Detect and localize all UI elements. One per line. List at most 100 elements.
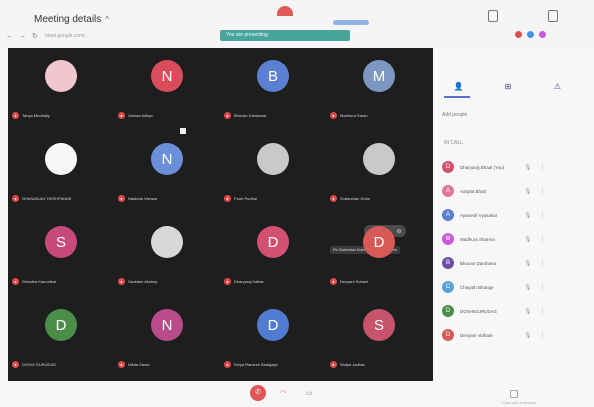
participant-tile[interactable]: M ● Madhura Saran [326, 48, 432, 131]
mic-off-icon: ● [330, 278, 337, 285]
meeting-title: Meeting details [34, 14, 102, 25]
present-button[interactable]: ▭ [306, 389, 313, 397]
avatar: A [442, 185, 454, 197]
participant-tile[interactable]: B ● Bhuvan Darshana [220, 48, 326, 131]
extension-icon[interactable] [527, 31, 534, 38]
captions-button[interactable]: ◠ [280, 389, 286, 397]
in-call-label: IN CALL [444, 140, 463, 146]
mic-icon[interactable]: 🎙 [524, 284, 532, 291]
participant-tile[interactable]: N ● Nikita Sarav [114, 297, 220, 380]
list-item[interactable]: D Devyani Vidhate 🎙 ⋮ [442, 324, 546, 346]
person-name: Bhuvan Darshana [460, 260, 497, 266]
window-close-icon[interactable] [548, 10, 558, 22]
avatar [363, 143, 395, 175]
extension-icons [515, 31, 546, 38]
back-arrow-icon[interactable]: ← [6, 33, 13, 40]
meeting-details-button[interactable]: Meeting details ^ [34, 14, 109, 25]
participant-tile[interactable]: N ● Nalanda Vishwa [114, 131, 220, 214]
participant-tile[interactable]: ● Gaddam Akshay [114, 214, 220, 297]
name-tag: ● Sudarshan Dube [330, 195, 370, 202]
participant-tile[interactable]: S ● Shilpa Jadhav [326, 297, 432, 380]
name-tag: ● DHANANJAY DESHPANDE [12, 195, 72, 202]
more-options-icon[interactable]: ⋮ [540, 260, 546, 267]
mic-off-icon: ● [224, 195, 231, 202]
avatar: B [442, 257, 454, 269]
mic-off-icon: ● [118, 361, 125, 368]
name-tag: ● Pooh Pudhal [224, 195, 257, 202]
tab-activities[interactable]: ⚠ [545, 82, 569, 96]
add-people-button[interactable]: Add people [442, 112, 467, 118]
forward-arrow-icon[interactable]: → [19, 33, 26, 40]
participant-tile[interactable]: D ● Dharyaraj Kalkar [220, 214, 326, 297]
mic-icon[interactable]: 🎙 [524, 236, 532, 243]
participant-tile[interactable]: N ● Varnaa Aditya [114, 48, 220, 131]
chevron-up-icon: ^ [105, 15, 110, 24]
more-options-icon[interactable]: ⋮ [540, 212, 546, 219]
participant-name: Shilpa Jadhav [340, 362, 366, 367]
list-item[interactable]: A Aarpita Bhatt 🎙 ⋮ [442, 180, 546, 202]
participant-name: Nalanda Vishwa [128, 196, 157, 201]
person-name: Madhura Sharma [460, 236, 495, 242]
name-tag: ● Gaddam Akshay [118, 278, 157, 285]
person-name: Ayanesh Vyasakar [460, 212, 498, 218]
more-options-icon[interactable]: ⋮ [540, 236, 546, 243]
mic-icon[interactable]: 🎙 [524, 164, 532, 171]
mic-off-icon: ● [12, 112, 19, 119]
mic-off-icon: ● [12, 195, 19, 202]
more-options-icon[interactable]: ⋮ [540, 332, 546, 339]
list-item[interactable]: C Chayath Bhange 🎙 ⋮ [442, 276, 546, 298]
participant-tile[interactable]: ● DHANANJAY DESHPANDE [8, 131, 114, 214]
participant-tile[interactable]: ● Pooh Pudhal [220, 131, 326, 214]
call-controls: ✆ ◠ ▭ [8, 381, 433, 407]
person-name: Aarpita Bhatt [460, 188, 487, 194]
participant-tile[interactable]: D ● Devyani Sohani [326, 214, 432, 297]
participant-name: Varnaa Aditya [128, 113, 153, 118]
participant-name: Tanya Mudhaliy [22, 113, 50, 118]
list-item[interactable]: A Ayanesh Vyasakar 🎙 ⋮ [442, 204, 546, 226]
list-item[interactable]: D DOSHIGURUDAS 🎙 ⋮ [442, 300, 546, 322]
participant-name: Shradha Kamodkar [22, 279, 57, 284]
participant-tile[interactable]: D ● DOSHI GURUDAS [8, 297, 114, 380]
extension-icon[interactable] [515, 31, 522, 38]
more-options-icon[interactable]: ⋮ [540, 164, 546, 171]
participant-tile[interactable]: ● Tanya Mudhaliy [8, 48, 114, 131]
avatar: D [257, 226, 289, 258]
participant-tile[interactable]: D ● Divya Ramesh Bhalgaye [220, 297, 326, 380]
person-name: Chayath Bhange [460, 284, 494, 290]
avatar: M [363, 60, 395, 92]
avatar: D [442, 329, 454, 341]
mic-icon[interactable]: 🎙 [524, 308, 532, 315]
participant-name: Nikita Sarav [128, 362, 150, 367]
avatar: A [442, 209, 454, 221]
status-pill [333, 20, 369, 25]
tab-people[interactable]: 👤 [447, 82, 471, 96]
profile-avatar-icon[interactable] [539, 31, 546, 38]
list-item[interactable]: M Madhura Sharma 🎙 ⋮ [442, 228, 546, 250]
name-tag: ● Shradha Kamodkar [12, 278, 56, 285]
name-tag: ● Shilpa Jadhav [330, 361, 365, 368]
tab-chat[interactable]: ⊞ [496, 82, 520, 96]
more-options-icon[interactable]: ⋮ [540, 188, 546, 195]
more-options-icon[interactable]: ⋮ [540, 284, 546, 291]
list-item[interactable]: B Bhuvan Darshana 🎙 ⋮ [442, 252, 546, 274]
participant-name: Pooh Pudhal [234, 196, 257, 201]
chat-icon[interactable] [510, 390, 518, 398]
participant-tile[interactable]: ● Sudarshan Dube [326, 131, 432, 214]
more-options-icon[interactable]: ⋮ [540, 308, 546, 315]
mic-off-icon: ● [224, 361, 231, 368]
mic-icon[interactable]: 🎙 [524, 212, 532, 219]
mic-icon[interactable]: 🎙 [524, 260, 532, 267]
presenting-banner: You are presenting [220, 30, 350, 41]
list-item[interactable]: D Dharyaraj Bhaal (You) 🎙 ⋮ [442, 156, 546, 178]
mic-icon[interactable]: 🎙 [524, 332, 532, 339]
name-tag: ● Devyani Sohani [330, 278, 368, 285]
avatar: D [257, 309, 289, 341]
window-restore-icon[interactable] [488, 10, 498, 22]
participant-tile[interactable]: S ● Shradha Kamodkar [8, 214, 114, 297]
reload-icon[interactable]: ↻ [32, 33, 39, 40]
mic-off-icon: ● [224, 278, 231, 285]
mic-off-icon: ● [330, 361, 337, 368]
leave-call-button[interactable]: ✆ [250, 385, 266, 401]
mic-icon[interactable]: 🎙 [524, 188, 532, 195]
person-name: Dharyaraj Bhaal (You) [460, 164, 505, 170]
